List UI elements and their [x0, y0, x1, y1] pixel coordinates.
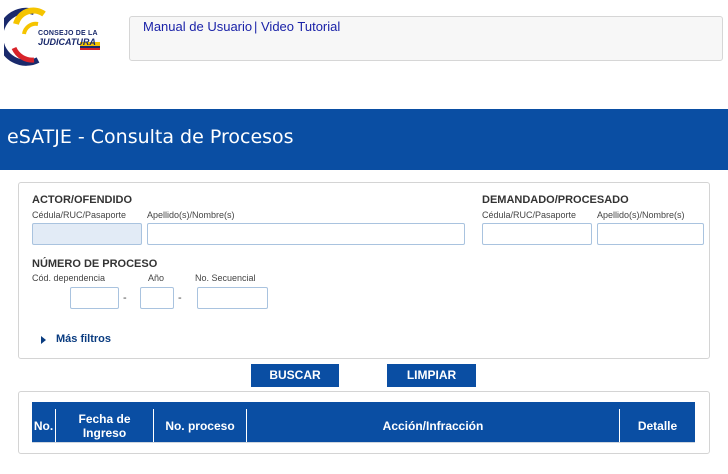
demandado-name-input[interactable]: [597, 223, 704, 245]
results-table: No. Fecha de Ingreso No. proceso Acción/…: [32, 402, 695, 450]
more-filters-toggle[interactable]: Más filtros: [41, 333, 141, 347]
separator-dash: -: [178, 292, 182, 304]
actor-name-label: Apellido(s)/Nombre(s): [147, 210, 235, 220]
search-button[interactable]: BUSCAR: [251, 364, 339, 387]
column-header-detail[interactable]: Detalle: [619, 409, 695, 442]
page-title: eSATJE - Consulta de Procesos: [7, 126, 294, 148]
separator-dash: -: [123, 292, 127, 304]
process-number-section-title: NÚMERO DE PROCESO: [32, 258, 158, 270]
user-manual-link[interactable]: Manual de Usuario: [143, 19, 252, 34]
more-filters-label: Más filtros: [56, 333, 112, 345]
column-header-date[interactable]: Fecha de Ingreso: [55, 409, 153, 442]
table-bottom-border: [32, 442, 695, 443]
dependency-code-label: Cód. dependencia: [32, 273, 106, 283]
demandado-id-label: Cédula/RUC/Pasaporte: [482, 210, 577, 220]
help-links-box: Manual de Usuario | Video Tutorial: [129, 16, 723, 61]
column-header-process[interactable]: No. proceso: [153, 409, 246, 442]
table-header: No. Fecha de Ingreso No. proceso Acción/…: [32, 409, 695, 442]
results-panel: No. Fecha de Ingreso No. proceso Acción/…: [18, 391, 710, 454]
year-label: Año: [148, 273, 165, 283]
logo-text-line2: JUDICATURA: [38, 37, 96, 47]
demandado-name-label: Apellido(s)/Nombre(s): [597, 210, 685, 220]
search-form-panel: ACTOR/OFENDIDO Cédula/RUC/Pasaporte Apel…: [18, 182, 710, 359]
video-tutorial-link[interactable]: Video Tutorial: [261, 19, 340, 34]
actor-id-input[interactable]: [32, 223, 142, 245]
table-top-bar: [32, 402, 695, 409]
actor-section-title: ACTOR/OFENDIDO: [32, 194, 133, 206]
year-input[interactable]: [140, 287, 174, 309]
actor-name-input[interactable]: [147, 223, 465, 245]
logo-text-line1: CONSEJO DE LA: [38, 30, 98, 37]
link-separator: |: [254, 19, 258, 34]
column-header-action[interactable]: Acción/Infracción: [246, 409, 619, 442]
actor-id-label: Cédula/RUC/Pasaporte: [32, 210, 127, 220]
demandado-section-title: DEMANDADO/PROCESADO: [482, 194, 629, 206]
column-header-number[interactable]: No.: [32, 409, 55, 442]
caret-right-icon: [41, 336, 46, 344]
sequence-label: No. Secuencial: [195, 273, 256, 283]
demandado-id-input[interactable]: [482, 223, 592, 245]
page-banner: eSATJE - Consulta de Procesos: [0, 109, 728, 170]
clear-button[interactable]: LIMPIAR: [387, 364, 476, 387]
sequence-input[interactable]: [197, 287, 268, 309]
consejo-judicatura-logo: CONSEJO DE LA JUDICATURA: [0, 4, 114, 68]
dependency-code-input[interactable]: [70, 287, 119, 309]
